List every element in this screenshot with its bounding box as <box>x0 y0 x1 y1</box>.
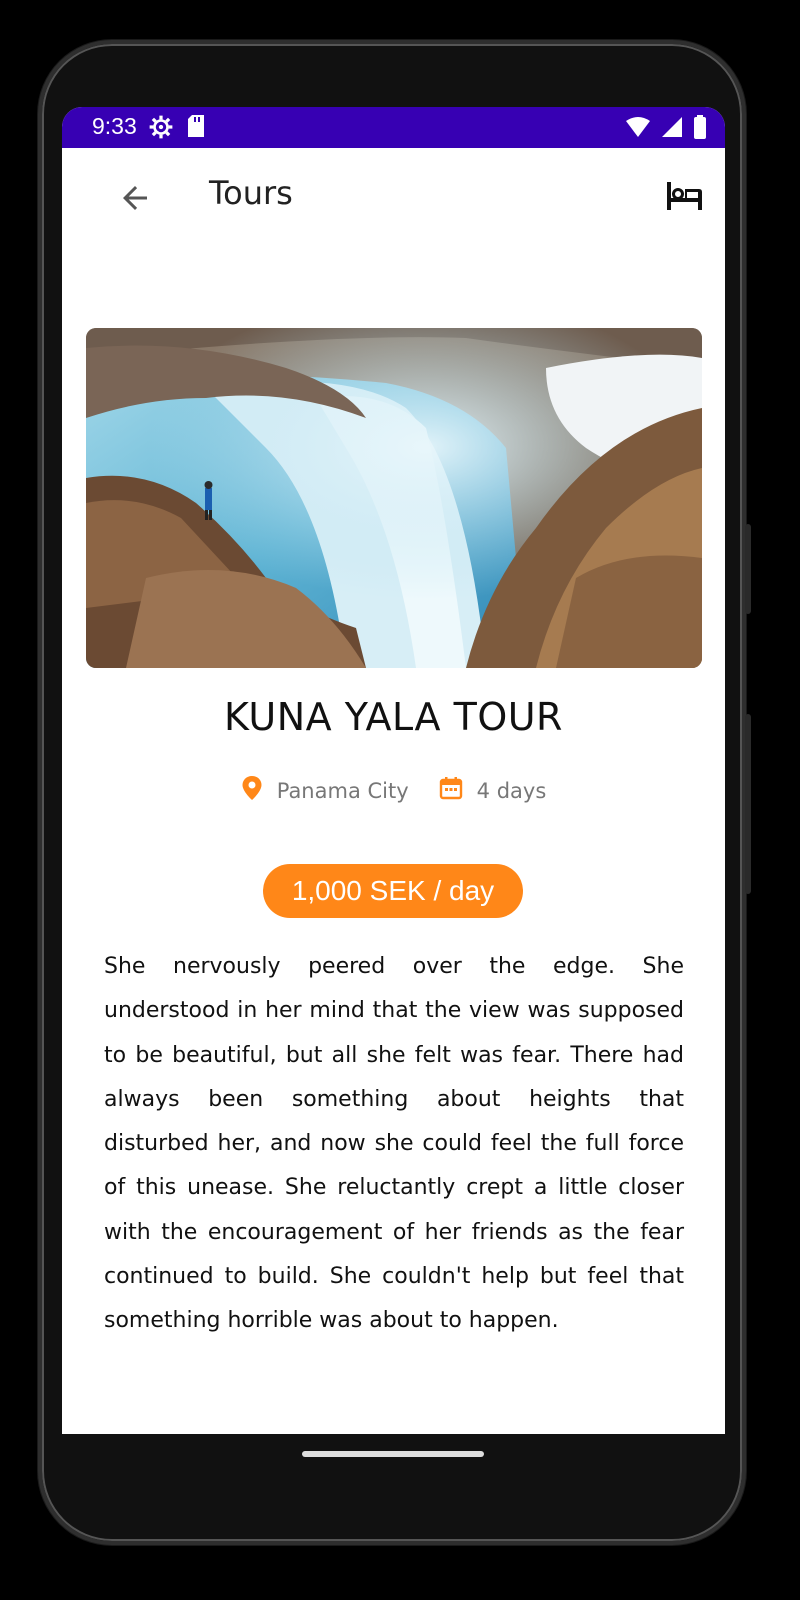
location-text: Panama City <box>276 778 409 803</box>
price-badge: 1,000 SEK / day <box>263 864 523 918</box>
tour-description: She nervously peered over the edge. She … <box>104 954 684 1334</box>
calendar-icon <box>439 776 463 805</box>
status-bar: 9:33 <box>62 107 725 148</box>
location-info: Panama City <box>241 775 409 806</box>
duration-info: 4 days <box>439 776 547 805</box>
app-screen: 9:33 Tours KUNA YALA TOUR Panama City 4 … <box>62 107 725 1434</box>
hotel-icon[interactable] <box>665 178 705 214</box>
page-title: Tours <box>209 174 293 212</box>
battery-icon <box>693 115 707 144</box>
tour-title: KUNA YALA TOUR <box>224 695 563 739</box>
signal-icon <box>661 116 683 143</box>
app-bar: Tours <box>62 148 725 248</box>
home-indicator[interactable] <box>302 1451 484 1457</box>
tour-meta: Panama City 4 days <box>62 775 725 806</box>
settings-icon <box>148 114 174 145</box>
status-time: 9:33 <box>92 113 137 139</box>
volume-button <box>745 524 751 614</box>
power-button <box>745 714 751 894</box>
wifi-icon <box>625 116 651 143</box>
location-pin-icon <box>241 775 263 806</box>
tour-image <box>86 328 702 668</box>
arrow-back-icon[interactable] <box>117 180 153 216</box>
sd-card-icon <box>186 114 206 145</box>
duration-text: 4 days <box>476 778 547 803</box>
